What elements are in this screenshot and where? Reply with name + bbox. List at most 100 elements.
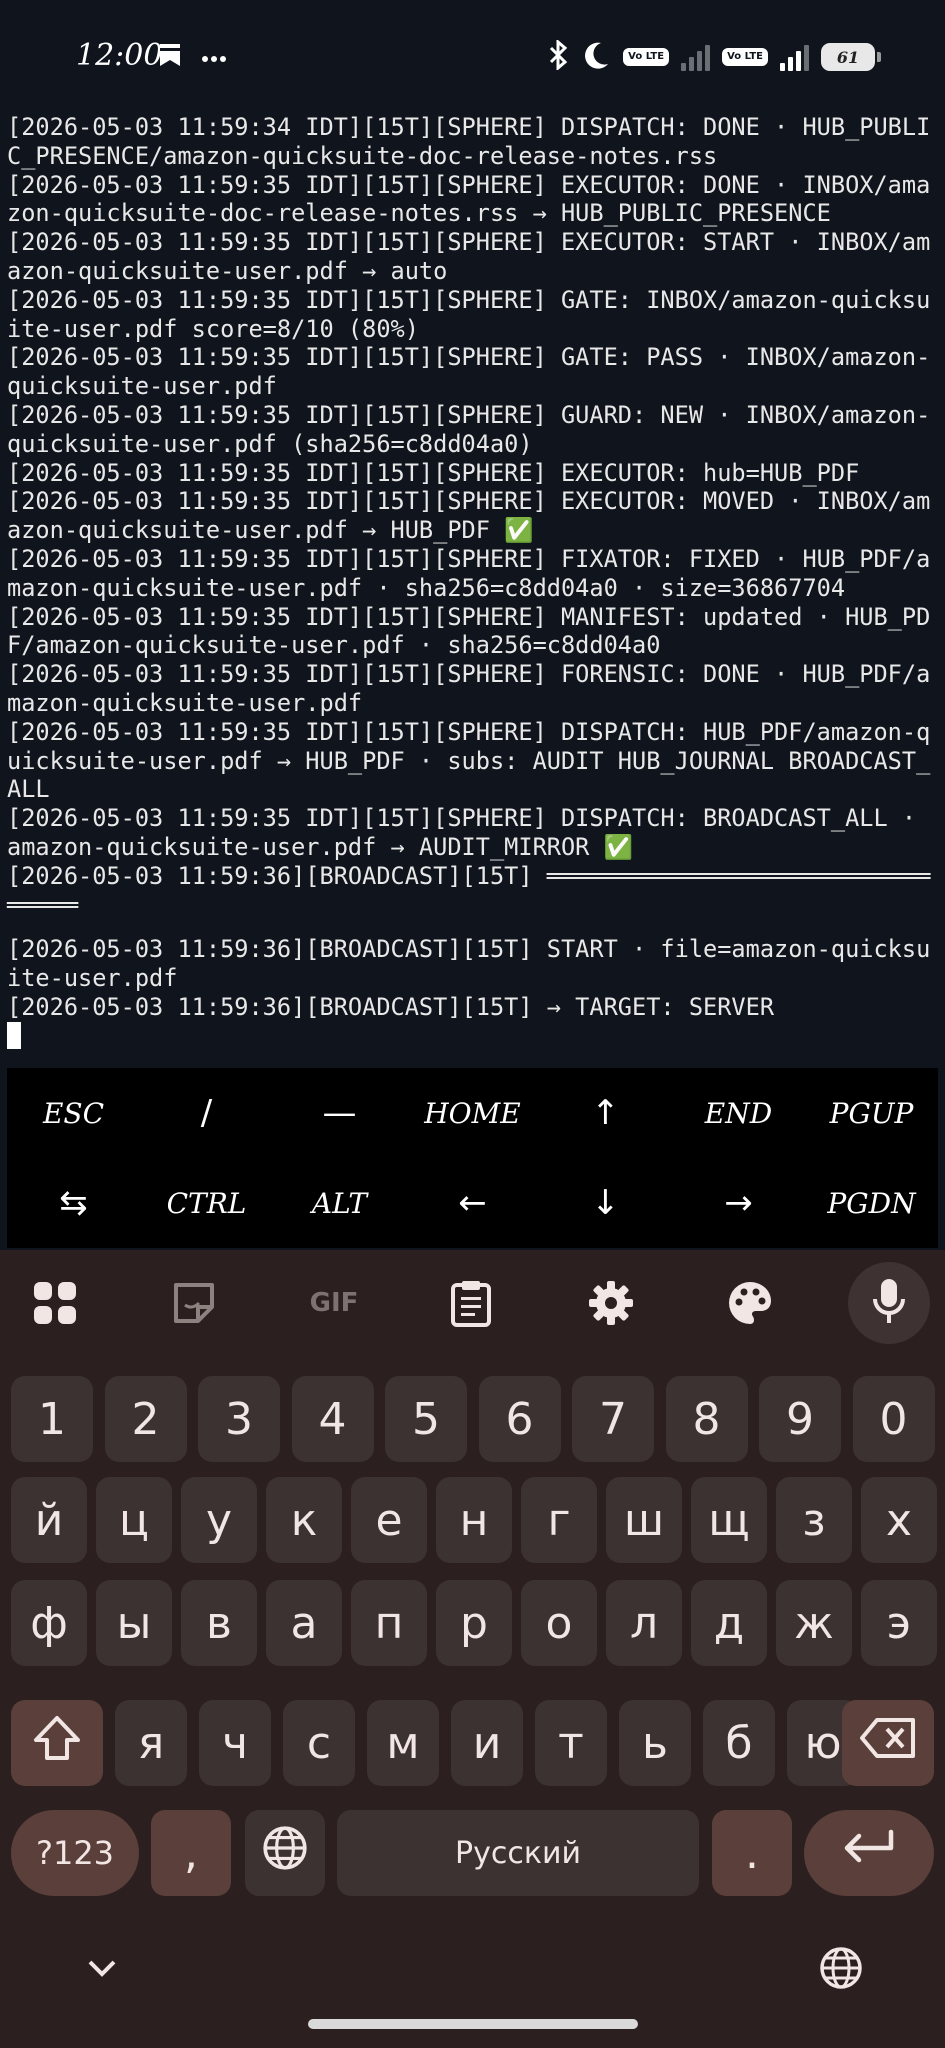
extra-key-row2-3[interactable]: ← bbox=[406, 1183, 539, 1223]
language-globe-icon[interactable] bbox=[818, 1945, 864, 1995]
enter-key[interactable] bbox=[804, 1810, 934, 1896]
key-letter[interactable]: э bbox=[861, 1580, 937, 1666]
sticker-icon[interactable] bbox=[166, 1275, 222, 1331]
key-letter[interactable]: ы bbox=[96, 1580, 172, 1666]
terminal-line: [2026-05-03 11:59:35 IDT][15T][SPHERE] E… bbox=[7, 228, 931, 285]
terminal-cursor bbox=[7, 1021, 21, 1049]
extra-key-row1-0[interactable]: ESC bbox=[7, 1097, 140, 1130]
language-key[interactable] bbox=[245, 1810, 325, 1896]
symbols-key[interactable]: ?123 bbox=[11, 1810, 139, 1896]
key-letter[interactable]: г bbox=[521, 1477, 597, 1563]
enter-icon bbox=[841, 1828, 897, 1879]
key-digit[interactable]: 7 bbox=[572, 1376, 654, 1462]
battery-icon: 61 bbox=[821, 43, 881, 71]
key-digit[interactable]: 0 bbox=[852, 1376, 935, 1462]
key-letter[interactable]: б bbox=[703, 1700, 775, 1786]
extra-key-row1-5[interactable]: END bbox=[672, 1097, 805, 1130]
key-letter[interactable]: х bbox=[861, 1477, 937, 1563]
terminal-output[interactable]: [2026-05-03 11:59:34 IDT][15T][SPHERE] D… bbox=[7, 113, 942, 1063]
key-letter[interactable]: м bbox=[367, 1700, 439, 1786]
extra-key-row2-2[interactable]: ALT bbox=[273, 1187, 406, 1220]
signal-icon-2 bbox=[780, 43, 809, 71]
settings-gear-icon[interactable] bbox=[583, 1275, 639, 1331]
key-letter[interactable]: н bbox=[436, 1477, 512, 1563]
terminal-line: [2026-05-03 11:59:35 IDT][15T][SPHERE] D… bbox=[7, 804, 931, 861]
key-digit[interactable]: 2 bbox=[104, 1376, 187, 1462]
keyboard-toolbar: GIF bbox=[0, 1250, 945, 1355]
extra-key-row1-3[interactable]: HOME bbox=[406, 1097, 539, 1130]
terminal-line: [2026-05-03 11:59:35 IDT][15T][SPHERE] G… bbox=[7, 343, 931, 401]
key-letter[interactable]: ь bbox=[619, 1700, 691, 1786]
terminal-line: [2026-05-03 11:59:35 IDT][15T][SPHERE] G… bbox=[7, 285, 931, 343]
terminal-line: [2026-05-03 11:59:35 IDT][15T][SPHERE] E… bbox=[7, 487, 931, 545]
palette-icon[interactable] bbox=[722, 1275, 778, 1331]
period-key[interactable]: . bbox=[712, 1810, 792, 1896]
key-letter[interactable]: и bbox=[451, 1700, 523, 1786]
key-digit[interactable]: 9 bbox=[759, 1376, 841, 1462]
soft-keyboard: GIF 1234567890 йцукенгшщзх фывапролджэ ячсм… bbox=[0, 1250, 945, 2048]
key-letter[interactable]: п bbox=[351, 1580, 427, 1666]
key-letter[interactable]: с bbox=[283, 1700, 355, 1786]
key-letter[interactable]: з bbox=[776, 1477, 852, 1563]
key-letter[interactable]: ж bbox=[776, 1580, 852, 1666]
microphone-icon bbox=[872, 1277, 906, 1329]
comma-key[interactable]: , bbox=[151, 1810, 231, 1896]
key-letter[interactable]: т bbox=[535, 1700, 607, 1786]
terminal-line: [2026-05-03 11:59:35 IDT][15T][SPHERE] F… bbox=[7, 544, 931, 602]
more-icon bbox=[202, 48, 226, 67]
key-letter[interactable]: й bbox=[11, 1477, 87, 1563]
extra-key-row2-6[interactable]: PGDN bbox=[805, 1187, 938, 1220]
terminal-line: [2026-05-03 11:59:34 IDT][15T][SPHERE] D… bbox=[7, 113, 931, 170]
space-bar[interactable]: Русский bbox=[337, 1810, 699, 1896]
key-letter[interactable]: ч bbox=[199, 1700, 271, 1786]
extra-key-row2-5[interactable]: → bbox=[672, 1183, 805, 1223]
key-letter[interactable]: а bbox=[266, 1580, 342, 1666]
key-letter[interactable]: у bbox=[181, 1477, 257, 1563]
key-letter[interactable]: в bbox=[181, 1580, 257, 1666]
terminal-line: [2026-05-03 11:59:35 IDT][15T][SPHERE] G… bbox=[7, 400, 931, 458]
globe-icon bbox=[261, 1824, 309, 1883]
shift-key[interactable] bbox=[11, 1700, 103, 1786]
key-letter[interactable]: р bbox=[436, 1580, 512, 1666]
key-letter[interactable]: е bbox=[351, 1477, 427, 1563]
key-digit[interactable]: 3 bbox=[198, 1376, 280, 1462]
home-indicator[interactable] bbox=[308, 2019, 638, 2029]
key-letter[interactable]: о bbox=[521, 1580, 597, 1666]
key-digit[interactable]: 6 bbox=[478, 1376, 561, 1462]
key-letter[interactable]: я bbox=[115, 1700, 187, 1786]
key-digit[interactable]: 4 bbox=[291, 1376, 374, 1462]
key-letter[interactable]: щ bbox=[691, 1477, 767, 1563]
extra-key-row2-4[interactable]: ↓ bbox=[539, 1183, 672, 1223]
extra-key-row1-1[interactable]: / bbox=[140, 1093, 273, 1133]
terminal-line: [2026-05-03 11:59:35 IDT][15T][SPHERE] D… bbox=[7, 717, 931, 804]
backspace-key[interactable] bbox=[842, 1700, 934, 1786]
key-letter[interactable]: л bbox=[606, 1580, 682, 1666]
gif-button[interactable]: GIF bbox=[304, 1275, 364, 1331]
clipboard-icon[interactable] bbox=[443, 1275, 499, 1331]
hide-keyboard-chevron-down-icon[interactable] bbox=[84, 1956, 120, 1984]
battery-level: 61 bbox=[836, 47, 860, 67]
key-letter[interactable]: д bbox=[691, 1580, 767, 1666]
extra-key-row1-6[interactable]: PGUP bbox=[805, 1097, 938, 1130]
key-letter[interactable]: ш bbox=[606, 1477, 682, 1563]
key-letter[interactable]: ц bbox=[96, 1477, 172, 1563]
microphone-button[interactable] bbox=[848, 1262, 930, 1344]
terminal-line: [2026-05-03 11:59:35 IDT][15T][SPHERE] E… bbox=[7, 170, 931, 228]
extra-keys-bar: ESC / — HOME ↑ END PGUP ⇆ CTRL ALT ← ↓ → PGDN bbox=[7, 1068, 938, 1248]
signal-icon bbox=[681, 43, 711, 71]
key-letter[interactable]: к bbox=[266, 1477, 342, 1563]
terminal-line: [2026-05-03 11:59:35 IDT][15T][SPHERE] F… bbox=[7, 660, 931, 717]
terminal-line: [2026-05-03 11:59:36][BROADCAST][15T] ST… bbox=[7, 935, 931, 993]
extra-key-row2-0[interactable]: ⇆ bbox=[7, 1183, 140, 1223]
extra-key-row1-4[interactable]: ↑ bbox=[539, 1093, 672, 1133]
key-digit[interactable]: 8 bbox=[665, 1376, 748, 1462]
volte-badge: Vo LTE bbox=[623, 48, 670, 66]
key-digit[interactable]: 1 bbox=[11, 1376, 93, 1462]
do-not-disturb-moon-icon bbox=[581, 40, 611, 74]
extra-key-row1-2[interactable]: — bbox=[273, 1093, 406, 1133]
apps-grid-icon[interactable] bbox=[27, 1275, 83, 1331]
terminal-line: [2026-05-03 11:59:35 IDT][15T][SPHERE] E… bbox=[7, 458, 860, 487]
extra-key-row2-1[interactable]: CTRL bbox=[140, 1187, 273, 1220]
key-digit[interactable]: 5 bbox=[385, 1376, 467, 1462]
key-letter[interactable]: ф bbox=[11, 1580, 87, 1666]
